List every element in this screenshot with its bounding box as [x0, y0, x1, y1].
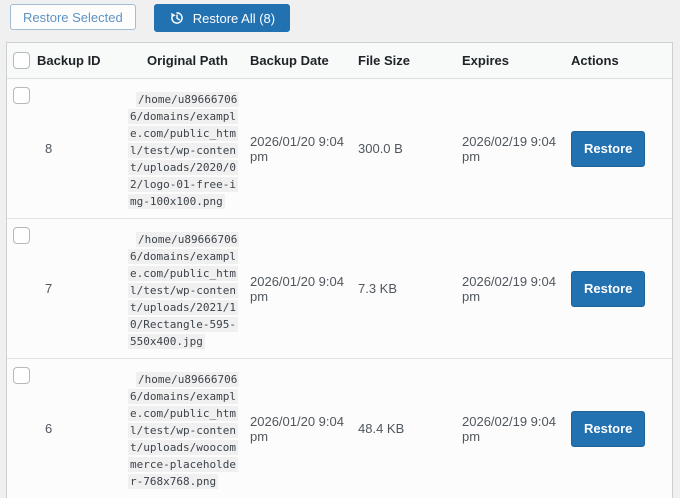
row-checkbox[interactable] — [13, 227, 30, 244]
file-size-value: 48.4 KB — [355, 421, 459, 436]
table-row: 7 /home/u896667066/domains/example.com/p… — [7, 219, 672, 359]
restore-button[interactable]: Restore — [571, 411, 645, 447]
history-icon — [169, 10, 185, 26]
restore-all-button[interactable]: Restore All (8) — [154, 4, 290, 32]
row-checkbox[interactable] — [13, 367, 30, 384]
backup-id-value: 7 — [37, 281, 119, 296]
actions-cell: Restore — [571, 271, 672, 307]
select-all-checkbox[interactable] — [13, 52, 30, 69]
header-file-size: File Size — [355, 53, 459, 68]
toolbar: Restore Selected Restore All (8) — [10, 4, 290, 32]
actions-cell: Restore — [571, 131, 672, 167]
restore-button[interactable]: Restore — [571, 271, 645, 307]
original-path-cell: /home/u896667066/domains/example.com/pub… — [119, 219, 247, 350]
header-actions: Actions — [571, 53, 672, 68]
expires-value: 2026/02/19 9:04 pm — [459, 414, 571, 444]
restore-selected-button[interactable]: Restore Selected — [10, 4, 136, 30]
actions-cell: Restore — [571, 411, 672, 447]
row-checkbox-cell — [7, 359, 37, 384]
header-checkbox-cell — [7, 52, 37, 69]
table-row: 6 /home/u896667066/domains/example.com/p… — [7, 359, 672, 498]
row-checkbox[interactable] — [13, 87, 30, 104]
header-expires: Expires — [459, 53, 571, 68]
original-path-value: /home/u896667066/domains/example.com/pub… — [128, 92, 239, 209]
backup-date-value: 2026/01/20 9:04 pm — [247, 274, 355, 304]
restore-button[interactable]: Restore — [571, 131, 645, 167]
original-path-value: /home/u896667066/domains/example.com/pub… — [128, 372, 239, 489]
backup-date-value: 2026/01/20 9:04 pm — [247, 134, 355, 164]
table-header-row: Backup ID Original Path Backup Date File… — [7, 43, 672, 79]
original-path-value: /home/u896667066/domains/example.com/pub… — [128, 232, 239, 349]
row-checkbox-cell — [7, 219, 37, 244]
file-size-value: 7.3 KB — [355, 281, 459, 296]
header-backup-date: Backup Date — [247, 53, 355, 68]
original-path-cell: /home/u896667066/domains/example.com/pub… — [119, 359, 247, 490]
header-original-path: Original Path — [119, 53, 247, 68]
file-size-value: 300.0 B — [355, 141, 459, 156]
backup-date-value: 2026/01/20 9:04 pm — [247, 414, 355, 444]
expires-value: 2026/02/19 9:04 pm — [459, 134, 571, 164]
table-row: 8 /home/u896667066/domains/example.com/p… — [7, 79, 672, 219]
header-backup-id: Backup ID — [37, 53, 119, 68]
backup-id-value: 6 — [37, 421, 119, 436]
expires-value: 2026/02/19 9:04 pm — [459, 274, 571, 304]
backup-id-value: 8 — [37, 141, 119, 156]
backups-table: Backup ID Original Path Backup Date File… — [6, 42, 673, 498]
original-path-cell: /home/u896667066/domains/example.com/pub… — [119, 79, 247, 210]
restore-all-label: Restore All (8) — [193, 11, 275, 26]
row-checkbox-cell — [7, 79, 37, 104]
